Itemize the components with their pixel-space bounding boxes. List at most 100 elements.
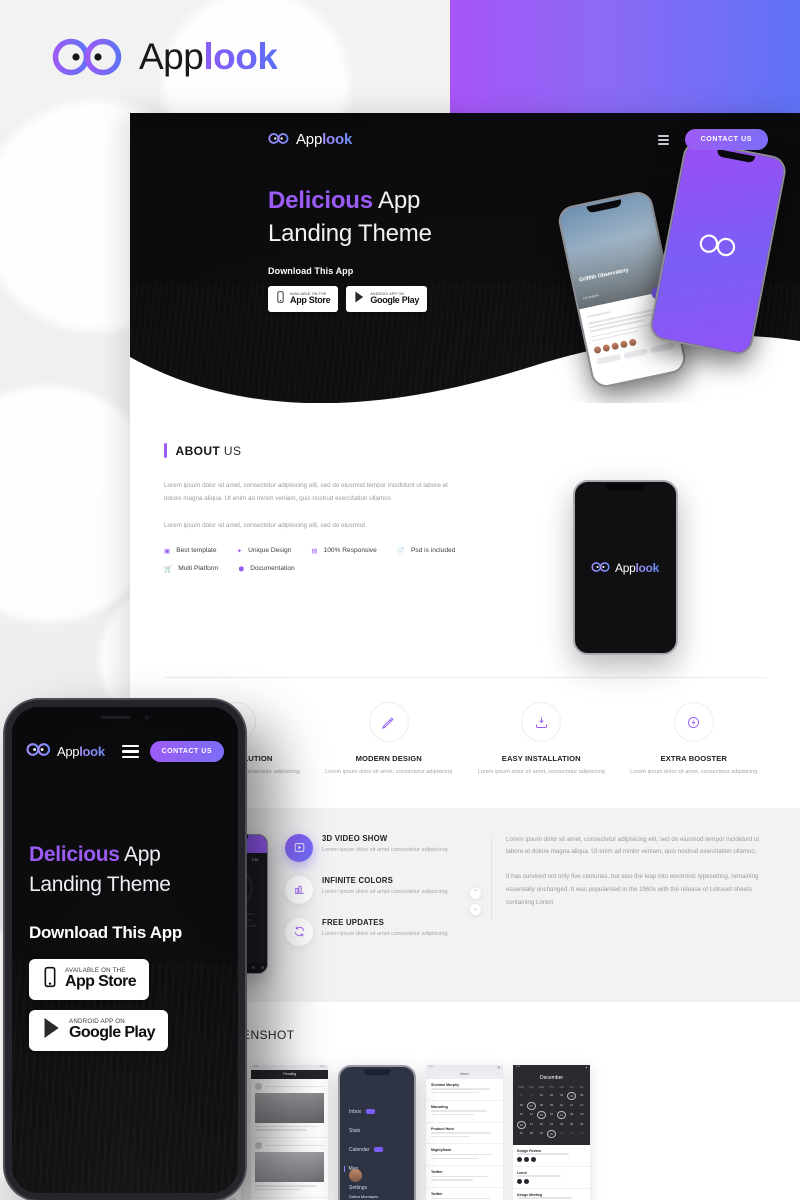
mobile-logo[interactable]: Applook — [26, 742, 105, 761]
menu-item-inbox[interactable]: Inbox — [349, 1109, 405, 1115]
calendar-day[interactable]: 01 — [537, 1092, 546, 1100]
screenshots-gallery: 9:41Detail100% Griffith ObservatoryLos A… — [164, 1064, 766, 1200]
weekday-label: MON — [518, 1085, 525, 1089]
about-feature-label: 100% Responsive — [323, 547, 377, 555]
menu-item-stats[interactable]: Stats — [349, 1128, 405, 1134]
about-text-column: Lorem ipsum dolor sit amet, consectetur … — [164, 480, 464, 655]
feature-desc: Lorem ipsum dolor sit amet consectetur a… — [322, 930, 448, 937]
weekday-label: WED — [538, 1085, 545, 1089]
service-desc: Lorem ipsum dolor sit amet, consectetur … — [630, 769, 758, 775]
mobile-title-rest: App — [119, 843, 161, 866]
file-icon: 📄 — [396, 547, 405, 555]
calendar-day[interactable]: 15 — [537, 1111, 546, 1120]
cart-icon: 🛒 — [164, 565, 173, 573]
screenshot-trending[interactable]: 9:41 100% Trending — [251, 1064, 328, 1200]
hero-section: Applook CONTACT US Delicious App Landing… — [130, 113, 800, 403]
mobile-contact-us-button[interactable]: CONTACT US — [149, 741, 224, 762]
refresh-icon — [285, 917, 313, 946]
booster-icon — [673, 702, 714, 742]
chevron-up-icon[interactable]: ⌃ — [470, 887, 481, 899]
calendar-day[interactable]: 25 — [567, 1121, 576, 1129]
calendar-day[interactable]: 09 — [547, 1102, 556, 1110]
calendar-day[interactable]: 06 — [517, 1102, 526, 1110]
calendar-day[interactable]: 12 — [577, 1102, 586, 1110]
video-paragraph-2: It has survived not only five centuries,… — [506, 873, 759, 906]
calendar-day[interactable]: 14 — [527, 1111, 536, 1119]
calendar-day[interactable]: 19 — [577, 1111, 586, 1119]
video-feature-list: 3D VIDEO SHOW Lorem ipsum dolor sit amet… — [285, 833, 481, 960]
about-paragraph-1: Lorem ipsum dolor sit amet, consectetur … — [164, 482, 448, 502]
calendar-day[interactable]: 31 — [557, 1130, 566, 1138]
status-time: 9:41 — [429, 1066, 434, 1069]
about-heading: ABOUT US — [164, 443, 766, 458]
calendar-day[interactable]: 01 — [567, 1130, 576, 1138]
menu-user-profile[interactable]: Debra Mcmayen Long Beach, CA — [349, 1168, 378, 1200]
calendar-day[interactable]: 03 — [557, 1092, 566, 1100]
calendar-day[interactable]: 28 — [527, 1130, 536, 1138]
feature-item-free-updates[interactable]: FREE UPDATES Lorem ipsum dolor sit amet … — [285, 917, 461, 946]
calendar-day[interactable]: 04 — [567, 1092, 576, 1101]
screenshot-calendar[interactable]: 9:41 ▮ December MON TUE WED THU FRI SA SU… — [513, 1064, 590, 1200]
about-feature-list: ▣ Best template ✦ Unique Design ▤ 100% Resp… — [164, 547, 464, 573]
calendar-day[interactable]: 17 — [557, 1111, 566, 1120]
navbar-actions: CONTACT US — [657, 129, 768, 150]
infinity-eyes-icon — [52, 38, 126, 76]
calendar-day[interactable]: 16 — [547, 1111, 556, 1119]
about-feature-item: 🛒 Multi Platform — [164, 565, 219, 573]
calendar-day[interactable]: 08 — [537, 1102, 546, 1110]
calendar-day[interactable]: 21 — [527, 1121, 536, 1129]
feature-desc: Lorem ipsum dolor sit amet consectetur a… — [322, 888, 448, 895]
calendar-day[interactable]: 02 — [577, 1130, 586, 1138]
phone-notch — [75, 707, 175, 727]
hamburger-icon[interactable] — [121, 744, 139, 759]
calendar-day[interactable]: 29 — [537, 1130, 546, 1138]
apple-icon — [42, 966, 58, 993]
feature-item-3d-video-show[interactable]: 3D VIDEO SHOW Lorem ipsum dolor sit amet… — [285, 833, 461, 862]
calendar-day[interactable]: 20 — [517, 1120, 526, 1129]
calendar-day[interactable]: 05 — [577, 1092, 586, 1100]
google-play-button[interactable]: ANDROID APP ON Google Play — [346, 286, 428, 313]
screenshot-phone-menu[interactable]: Inbox Stats Calendar Map Settings Debra … — [338, 1064, 416, 1200]
calendar-day[interactable]: 02 — [547, 1092, 556, 1100]
mobile-google-play-button[interactable]: ANDROID APP ON Google Play — [29, 1009, 168, 1051]
calendar-day[interactable]: 13 — [517, 1111, 526, 1119]
mobile-hero-title: Delicious App Landing Theme — [29, 840, 238, 901]
mobile-preview-mockup: Applook CONTACT US Delicious App Landing… — [5, 700, 245, 1200]
calendar-day[interactable]: 27 — [517, 1130, 526, 1138]
calendar-day[interactable]: 26 — [577, 1121, 586, 1129]
calendar-day[interactable]: 10 — [557, 1102, 566, 1110]
hero-subtitle: Download This App — [268, 266, 354, 277]
calendar-day[interactable]: 30 — [527, 1092, 536, 1100]
infinity-eyes-icon — [268, 131, 290, 149]
about-feature-label: Documentation — [250, 565, 295, 573]
calendar-day[interactable]: 29 — [517, 1092, 526, 1100]
calendar-day[interactable]: 30 — [547, 1130, 556, 1139]
service-title: EASY INSTALLATION — [501, 754, 581, 763]
about-title-light: US — [220, 443, 242, 458]
app-store-button[interactable]: Available on the App Store — [268, 286, 339, 313]
hero-copy: Delicious App Landing Theme Download Thi… — [130, 150, 800, 313]
google-play-icon — [42, 1017, 62, 1044]
mobile-app-store-button[interactable]: Available on the App Store — [29, 958, 150, 1000]
calendar-day[interactable]: 18 — [567, 1111, 576, 1119]
feature-title: FREE UPDATES — [322, 917, 385, 927]
contact-us-button[interactable]: CONTACT US — [684, 129, 768, 150]
navbar-logo[interactable]: Applook — [268, 131, 352, 149]
feature-item-infinite-colors[interactable]: INFINITE COLORS Lorem ipsum dolor sit am… — [285, 875, 461, 904]
hamburger-icon[interactable] — [657, 134, 669, 145]
mobile-title-accent: Delicious — [29, 843, 120, 866]
calendar-day[interactable]: 24 — [557, 1121, 566, 1129]
mobile-store-buttons: Available on the App Store ANDROID APP O… — [29, 958, 238, 1051]
calendar-day[interactable]: 22 — [537, 1121, 546, 1129]
badge-icon — [374, 1147, 384, 1153]
about-feature-label: Multi Platform — [178, 565, 219, 573]
app-store-big-label: App Store — [290, 295, 331, 306]
calendar-day[interactable]: 11 — [567, 1102, 576, 1110]
calendar-day[interactable]: 23 — [547, 1121, 556, 1129]
calendar-day[interactable]: 07 — [527, 1101, 536, 1110]
avatar — [349, 1168, 362, 1182]
screenshot-inbox[interactable]: 9:41 ▮▮ Inbox Sheldon Murphy Macoding Pro… — [426, 1064, 503, 1200]
menu-item-calendar[interactable]: Calendar — [349, 1147, 405, 1153]
chevron-down-icon[interactable]: ⌄ — [470, 903, 481, 915]
status-time: 9:41 — [516, 1066, 521, 1069]
